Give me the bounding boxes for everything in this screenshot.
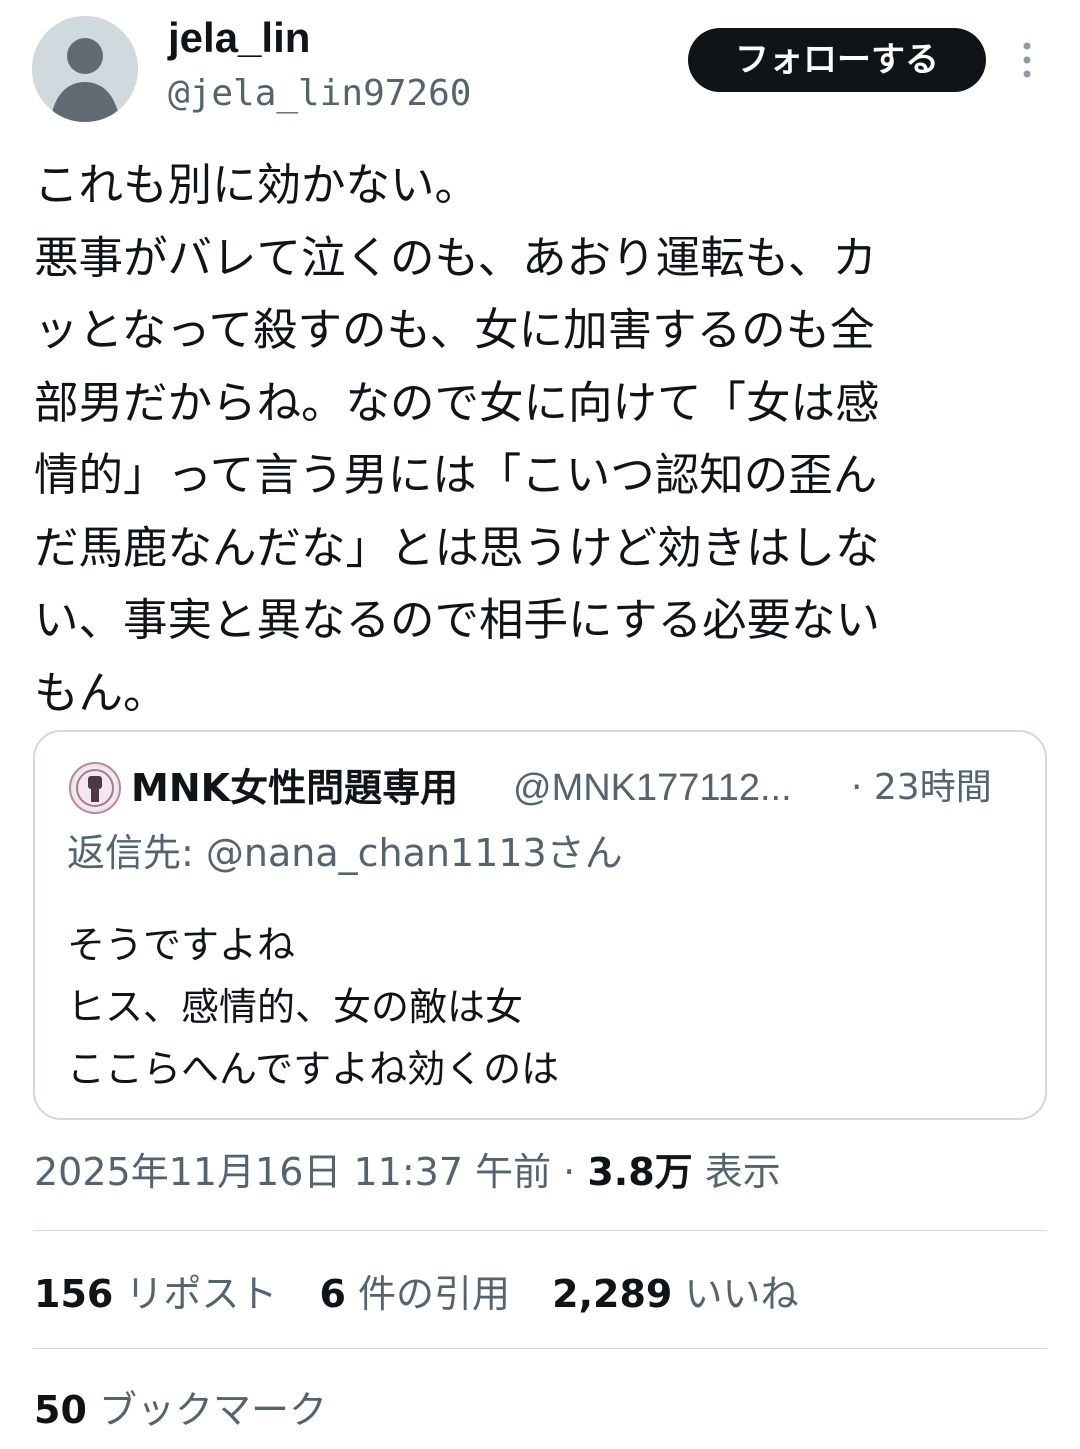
tweet-meta: 2025年11月16日 11:37 午前 · 3.8万 表示 xyxy=(34,1142,781,1202)
default-avatar-icon xyxy=(32,16,138,122)
views-label: 表示 xyxy=(692,1150,781,1194)
raised-fist-avatar-icon xyxy=(69,762,121,814)
author-handle[interactable]: @jela_lin97260 xyxy=(168,70,471,118)
tweet-line: 部男だからね。なので女に向けて「女は感 xyxy=(34,377,880,429)
tweet-line: ッとなって殺すのも、女に加害するのも全 xyxy=(34,305,875,356)
views-count: 3.8万 xyxy=(587,1150,693,1194)
quoted-timestamp[interactable]: · 23時間 xyxy=(851,760,992,816)
tweet-line: 悪事がバレて泣くのも、あおり運転も、カ xyxy=(34,232,877,284)
quoted-line: ここらへんですよね効くのは xyxy=(67,1047,560,1091)
quotes-stat[interactable]: 6 件の引用 xyxy=(320,1264,511,1324)
more-vertical-icon[interactable] xyxy=(1016,40,1038,80)
tweet-line: これも別に効かない。 xyxy=(34,160,480,211)
bookmarks-stat[interactable]: 50 ブックマーク xyxy=(34,1380,357,1440)
likes-label: いいね xyxy=(672,1272,799,1316)
likes-stat[interactable]: 2,289 いいね xyxy=(552,1264,798,1324)
reposts-count: 156 xyxy=(34,1272,114,1316)
quoted-line: ヒス、感情的、女の敵は女 xyxy=(67,985,524,1029)
follow-button[interactable]: フォローする xyxy=(688,28,986,92)
quoted-display-name[interactable]: MNK女性問題専用 xyxy=(131,760,458,816)
bookmarks-count: 50 xyxy=(34,1388,87,1432)
engagement-stats: 156 リポスト 6 件の引用 2,289 いいね xyxy=(34,1264,828,1324)
tweet-line: もん。 xyxy=(34,667,168,719)
tweet-timestamp[interactable]: 2025年11月16日 11:37 午前 · xyxy=(34,1150,587,1194)
divider xyxy=(33,1230,1047,1231)
quotes-label: 件の引用 xyxy=(345,1272,511,1316)
quoted-text: そうですよね ヒス、感情的、女の敵は女 ここらへんですよね効くのは xyxy=(67,914,559,1100)
quoted-handle[interactable]: @MNK177112... xyxy=(513,760,792,816)
divider xyxy=(33,1348,1047,1349)
quotes-count: 6 xyxy=(319,1272,346,1316)
tweet-line: だ馬鹿なんだな」とは思うけど効きはしな xyxy=(34,522,880,574)
tweet-line: い、事実と異なるので相手にする必要ない xyxy=(34,595,880,646)
quoted-tweet-card[interactable]: MNK女性問題専用 @MNK177112... · 23時間 返信先: @nan… xyxy=(33,730,1047,1120)
author-avatar[interactable] xyxy=(32,16,138,122)
reply-to-label[interactable]: 返信先: @nana_chan1113さん xyxy=(67,824,623,882)
reposts-label: リポスト xyxy=(113,1272,278,1316)
quoted-line: そうですよね xyxy=(67,923,296,967)
likes-count: 2,289 xyxy=(552,1272,673,1316)
tweet-line: 情的」って言う男には「こいつ認知の歪ん xyxy=(34,450,878,501)
bookmarks-label: ブックマーク xyxy=(86,1388,327,1432)
author-display-name[interactable]: jela_lin xyxy=(168,12,310,64)
reposts-stat[interactable]: 156 リポスト xyxy=(34,1264,277,1324)
tweet-text: これも別に効かない。 悪事がバレて泣くのも、あおり運転も、カ ッとなって殺すのも… xyxy=(34,150,1034,730)
